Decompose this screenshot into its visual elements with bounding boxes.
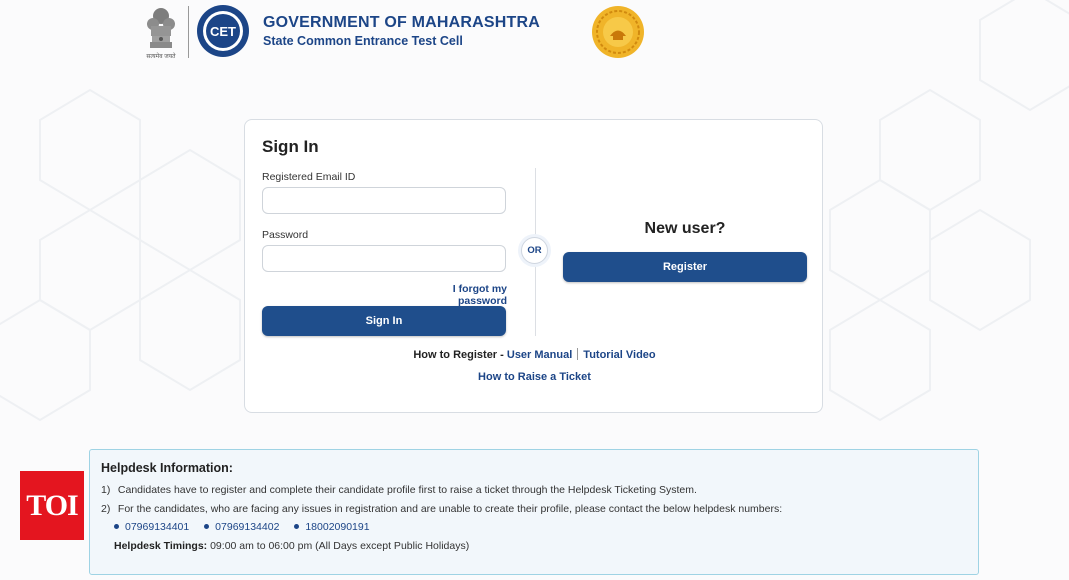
cet-logo-icon: CET (197, 5, 249, 57)
password-input[interactable] (262, 245, 506, 272)
emblem-caption: सत्यमेव जयते (146, 54, 176, 60)
helpdesk-panel: Helpdesk Information: 1) Candidates have… (89, 449, 979, 575)
helpdesk-phone[interactable]: 18002090191 (294, 521, 370, 533)
signin-button[interactable]: Sign In (262, 306, 506, 336)
helpdesk-phone[interactable]: 07969134402 (204, 521, 279, 533)
how-to-register-prefix: How to Register - (413, 349, 504, 361)
helpdesk-item: 2) For the candidates, who are facing an… (101, 503, 782, 515)
register-button[interactable]: Register (563, 252, 807, 282)
tutorial-video-link[interactable]: Tutorial Video (583, 349, 655, 361)
email-label: Registered Email ID (262, 171, 356, 183)
header: सत्यमेव जयते CET GOVERNMENT OF MAHARASHT… (0, 0, 1069, 70)
forgot-password-link[interactable]: I forgot my password (409, 283, 507, 307)
timings-label: Helpdesk Timings: (114, 540, 208, 552)
link-separator (577, 348, 579, 360)
helpdesk-timings: Helpdesk Timings: 09:00 am to 06:00 pm (… (114, 540, 469, 552)
helpdesk-item: 1) Candidates have to register and compl… (101, 484, 697, 496)
new-user-heading: New user? (644, 220, 726, 237)
user-manual-link[interactable]: User Manual (507, 349, 572, 361)
helpdesk-phone-list: 07969134401 07969134402 18002090191 (114, 521, 382, 533)
helpdesk-item-text: For the candidates, who are facing any i… (117, 503, 783, 515)
bullet-icon (294, 524, 300, 529)
toi-watermark: TOI (20, 471, 84, 540)
raise-ticket-link[interactable]: How to Raise a Ticket (245, 371, 824, 383)
how-to-register-line: How to Register - User Manual Tutorial Vi… (245, 348, 824, 361)
signin-title: Sign In (262, 137, 319, 156)
cet-logo-text: CET (210, 24, 236, 39)
org-title: GOVERNMENT OF MAHARASHTRA (263, 14, 540, 31)
header-divider (188, 6, 189, 58)
email-input[interactable] (262, 187, 506, 214)
helpdesk-item-number: 1) (101, 484, 111, 496)
timings-value: 09:00 am to 06:00 pm (All Days except Pu… (210, 540, 470, 552)
org-subtitle: State Common Entrance Test Cell (263, 34, 463, 48)
helpdesk-item-number: 2) (101, 503, 111, 515)
password-label: Password (262, 229, 309, 241)
maharashtra-seal-icon (592, 6, 644, 58)
helpdesk-item-text: Candidates have to register and complete… (117, 484, 697, 496)
or-badge: OR (521, 237, 548, 264)
signin-card: Sign In Registered Email ID Password I f… (244, 119, 823, 413)
bullet-icon (114, 524, 119, 529)
bullet-icon (204, 524, 210, 529)
helpdesk-phone[interactable]: 07969134401 (114, 521, 189, 533)
helpdesk-title: Helpdesk Information: (101, 461, 233, 475)
